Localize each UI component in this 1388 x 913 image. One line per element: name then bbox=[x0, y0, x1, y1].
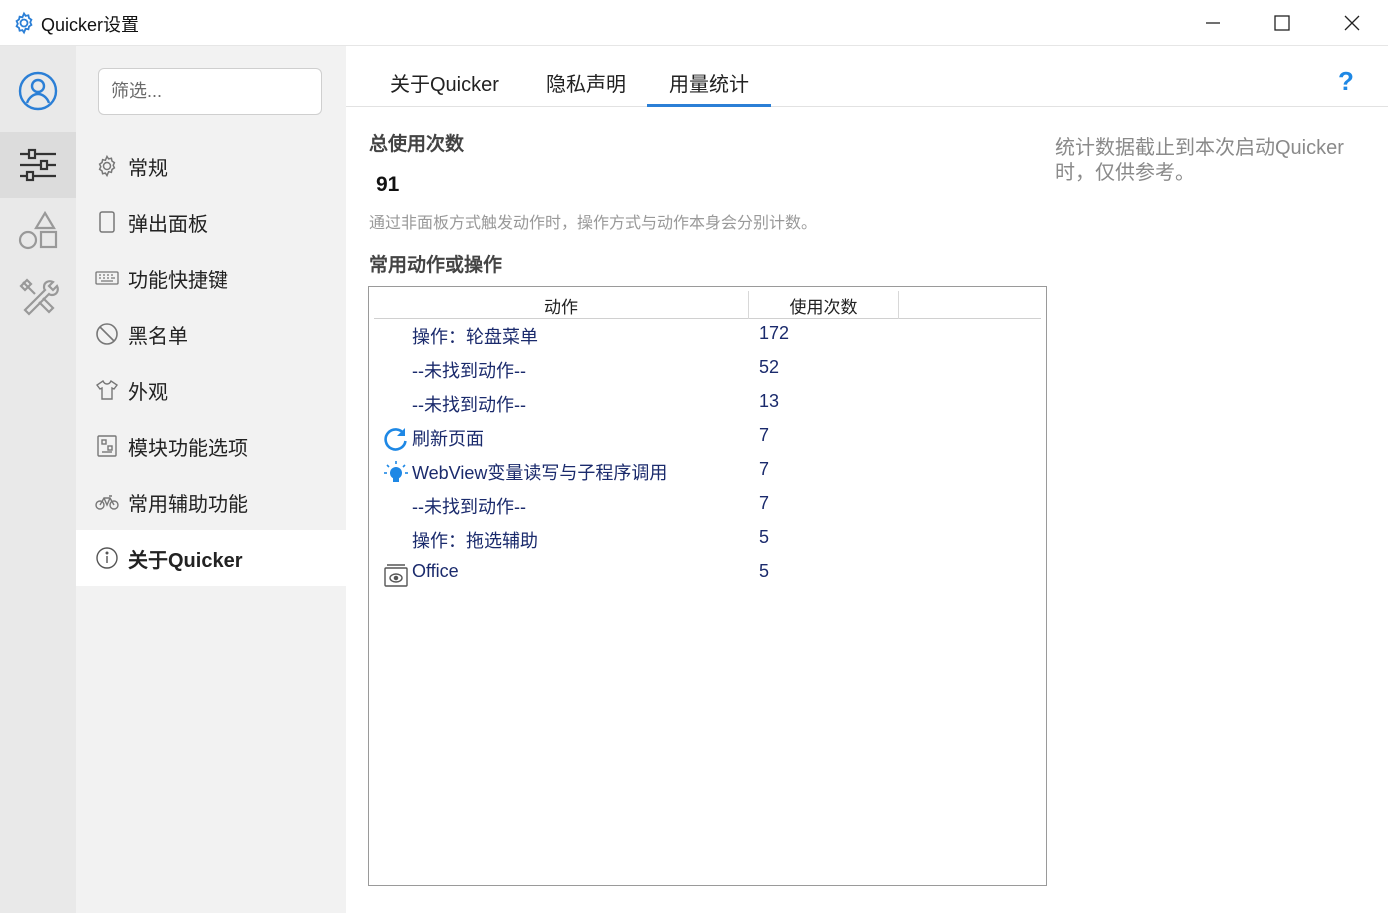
window-title: Quicker设置 bbox=[41, 15, 140, 35]
table-header: 动作 使用次数 bbox=[374, 291, 1041, 319]
action-name: 操作：拖选辅助 bbox=[412, 531, 538, 551]
action-count: 5 bbox=[759, 561, 770, 581]
tab-usage-stats[interactable]: 用量统计 bbox=[647, 68, 771, 107]
nav-label: 外观 bbox=[128, 381, 168, 404]
gear-icon bbox=[94, 153, 120, 179]
action-count: 13 bbox=[759, 391, 780, 411]
help-button[interactable]: ? bbox=[1338, 66, 1354, 97]
action-count: 7 bbox=[759, 493, 770, 513]
tab-bar: 关于Quicker 隐私声明 用量统计 ? bbox=[346, 46, 1388, 107]
nav-label: 常规 bbox=[128, 157, 168, 180]
nav-item-popup-panel[interactable]: 弹出面板 bbox=[76, 194, 346, 250]
table-row[interactable]: --未找到动作-- 7 bbox=[374, 488, 1041, 522]
action-count: 7 bbox=[759, 459, 770, 479]
refresh-icon bbox=[383, 426, 409, 452]
action-name: --未找到动作-- bbox=[412, 395, 526, 415]
maximize-button[interactable] bbox=[1247, 0, 1317, 46]
action-name: --未找到动作-- bbox=[412, 361, 526, 381]
nav-label: 黑名单 bbox=[128, 325, 188, 348]
nav-item-appearance[interactable]: 外观 bbox=[76, 362, 346, 418]
rail-account[interactable] bbox=[0, 58, 76, 124]
table-row[interactable]: Office 5 bbox=[374, 556, 1041, 590]
rail-settings[interactable] bbox=[0, 132, 76, 198]
gear-icon bbox=[12, 11, 36, 35]
table-row[interactable]: --未找到动作-- 52 bbox=[374, 352, 1041, 386]
stats-note: 统计数据截止到本次启动Quicker时，仅供参考。 bbox=[1055, 137, 1344, 184]
rail-tools[interactable] bbox=[0, 264, 76, 330]
action-count: 172 bbox=[759, 323, 790, 343]
maximize-icon bbox=[1274, 15, 1290, 31]
counting-hint: 通过非面板方式触发动作时，操作方式与动作本身会分别计数。 bbox=[369, 215, 818, 232]
action-name: 刷新页面 bbox=[412, 429, 484, 449]
action-name: --未找到动作-- bbox=[412, 497, 526, 517]
action-name: 操作：轮盘菜单 bbox=[412, 327, 538, 347]
filter-input[interactable] bbox=[98, 68, 322, 115]
tools-icon bbox=[19, 278, 59, 316]
table-row[interactable]: 操作：拖选辅助 5 bbox=[374, 522, 1041, 556]
close-icon bbox=[1344, 15, 1360, 31]
minimize-button[interactable] bbox=[1178, 0, 1248, 46]
nav-label: 关于Quicker bbox=[128, 549, 243, 572]
office-icon bbox=[383, 562, 409, 588]
column-header-count[interactable]: 使用次数 bbox=[749, 291, 899, 319]
tab-privacy[interactable]: 隐私声明 bbox=[524, 68, 648, 107]
action-count: 5 bbox=[759, 527, 770, 547]
lightbulb-icon bbox=[383, 460, 409, 486]
nav-item-hotkeys[interactable]: 功能快捷键 bbox=[76, 250, 346, 306]
nav-item-blacklist[interactable]: 黑名单 bbox=[76, 306, 346, 362]
ban-icon bbox=[94, 321, 120, 347]
table-row[interactable]: WebView变量读写与子程序调用 7 bbox=[374, 454, 1041, 488]
minimize-icon bbox=[1206, 22, 1220, 24]
table-row[interactable]: 操作：轮盘菜单 172 bbox=[374, 318, 1041, 352]
table-row[interactable]: 刷新页面 7 bbox=[374, 420, 1041, 454]
nav-label: 功能快捷键 bbox=[128, 269, 228, 292]
keyboard-icon bbox=[94, 265, 120, 291]
column-header-action[interactable]: 动作 bbox=[374, 291, 749, 319]
nav-item-assist-features[interactable]: 常用辅助功能 bbox=[76, 474, 346, 530]
rail-shapes[interactable] bbox=[0, 198, 76, 264]
frequent-actions-heading: 常用动作或操作 bbox=[369, 255, 503, 276]
table-row[interactable]: --未找到动作-- 13 bbox=[374, 386, 1041, 420]
icon-rail bbox=[0, 46, 76, 913]
shirt-icon bbox=[94, 377, 120, 403]
user-icon bbox=[18, 71, 58, 111]
title-bar: Quicker设置 bbox=[0, 0, 1388, 46]
shapes-icon bbox=[18, 210, 58, 250]
action-name: WebView变量读写与子程序调用 bbox=[412, 463, 668, 483]
nav-label: 弹出面板 bbox=[128, 213, 208, 236]
tab-about[interactable]: 关于Quicker bbox=[368, 68, 521, 107]
nav-item-about[interactable]: 关于Quicker bbox=[76, 530, 346, 586]
action-count: 7 bbox=[759, 425, 770, 445]
bicycle-icon bbox=[94, 489, 120, 515]
nav-item-general[interactable]: 常规 bbox=[76, 138, 346, 194]
usage-table[interactable]: 动作 使用次数 操作：轮盘菜单 172 --未找到动作-- 52 --未找到动作… bbox=[368, 286, 1047, 886]
module-icon bbox=[94, 433, 120, 459]
action-name: Office bbox=[412, 561, 459, 581]
info-icon bbox=[94, 545, 120, 571]
sliders-icon bbox=[20, 148, 56, 182]
close-button[interactable] bbox=[1317, 0, 1387, 46]
nav-item-module-options[interactable]: 模块功能选项 bbox=[76, 418, 346, 474]
panel-icon bbox=[94, 209, 120, 235]
nav-label: 模块功能选项 bbox=[128, 437, 248, 460]
settings-nav: 常规 弹出面板 功能快捷键 黑名单 外观 模块功能选项 常用辅助功能 关于Qui… bbox=[76, 46, 346, 913]
total-usage-value: 91 bbox=[376, 173, 400, 196]
total-usage-heading: 总使用次数 bbox=[369, 134, 465, 155]
action-count: 52 bbox=[759, 357, 780, 377]
nav-label: 常用辅助功能 bbox=[128, 493, 248, 516]
